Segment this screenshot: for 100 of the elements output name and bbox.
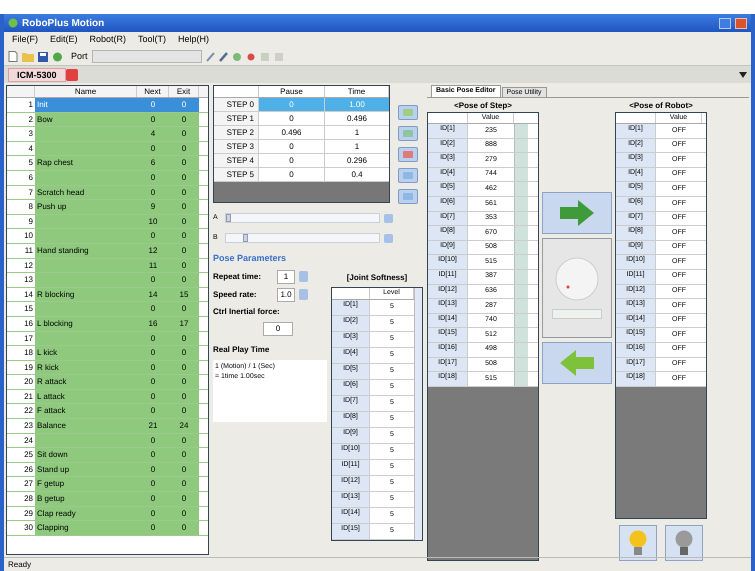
menu-item[interactable]: Robot(R) — [90, 33, 126, 47]
dial-icon[interactable] — [555, 257, 599, 301]
step-label[interactable]: STEP 5 — [214, 168, 259, 181]
grid-icon[interactable] — [274, 52, 284, 62]
section-title: <Pose of Robot> — [628, 100, 694, 112]
menu-item[interactable]: File(F) — [12, 33, 38, 47]
menu-item[interactable]: Tool(T) — [138, 33, 166, 47]
dropdown-icon[interactable] — [739, 72, 747, 78]
save-icon[interactable] — [38, 52, 48, 62]
motion-row[interactable]: 0 0 — [35, 273, 199, 287]
motion-row[interactable]: 0 0 — [35, 142, 199, 156]
motion-row[interactable]: L attack 0 0 — [35, 390, 199, 404]
value-spin-control[interactable] — [514, 270, 528, 284]
value-spin-control[interactable] — [514, 299, 528, 313]
motion-row[interactable]: 4 0 — [35, 127, 199, 141]
stop-icon[interactable] — [246, 52, 256, 62]
value-spin-control[interactable] — [514, 182, 528, 196]
motion-row[interactable]: R attack 0 0 — [35, 375, 199, 389]
value-spin-control[interactable] — [514, 226, 528, 240]
menu-item[interactable]: Edit(E) — [50, 33, 78, 47]
scrollbar[interactable] — [414, 288, 422, 540]
get-pose-button[interactable] — [542, 342, 612, 384]
motion-row[interactable]: Bow 0 0 — [35, 112, 199, 126]
delete-step-button[interactable] — [398, 147, 418, 162]
value-spin-control[interactable] — [514, 358, 528, 372]
motion-row[interactable]: 0 0 — [35, 229, 199, 243]
motion-row[interactable]: R blocking 14 15 — [35, 288, 199, 302]
motion-row[interactable]: Rap chest 6 0 — [35, 156, 199, 170]
motion-row[interactable]: Hand standing 12 0 — [35, 244, 199, 258]
move-down-button[interactable] — [398, 189, 418, 204]
torque-off-button[interactable] — [665, 525, 703, 561]
repeat-time-field[interactable]: 1 — [277, 270, 295, 284]
motion-row[interactable]: Push up 9 0 — [35, 200, 199, 214]
value-spin-control[interactable] — [514, 284, 528, 298]
motion-row[interactable]: F attack 0 0 — [35, 404, 199, 418]
column-header[interactable]: Exit — [169, 86, 199, 97]
connect-icon[interactable] — [52, 52, 63, 62]
value-spin-control[interactable] — [514, 372, 528, 386]
window-title: RoboPlus Motion — [22, 16, 104, 30]
motion-row[interactable]: Scratch head 0 0 — [35, 186, 199, 200]
motion-row[interactable]: 0 0 — [35, 170, 199, 185]
new-file-icon[interactable] — [8, 51, 18, 62]
motion-row[interactable]: Clapping 0 0 — [35, 521, 199, 535]
step-label[interactable]: STEP 0 — [214, 98, 259, 111]
column-header[interactable]: Next — [137, 86, 169, 97]
motion-row[interactable]: Clap ready 0 0 — [35, 506, 199, 520]
step-label[interactable]: STEP 2 — [214, 126, 259, 139]
motion-row[interactable]: B getup 0 0 — [35, 492, 199, 506]
step-label[interactable]: STEP 4 — [214, 154, 259, 167]
torque-on-button[interactable] — [619, 525, 657, 561]
play-icon[interactable] — [232, 52, 242, 62]
value-spin-control[interactable] — [514, 212, 528, 226]
menu-item[interactable]: Help(H) — [178, 33, 210, 47]
send-pose-button[interactable] — [542, 192, 612, 234]
motion-row[interactable]: 0 0 — [35, 434, 199, 448]
motion-row[interactable]: L kick 0 0 — [35, 346, 199, 360]
value-spin-control[interactable] — [514, 314, 528, 328]
dial-value-field[interactable] — [552, 309, 602, 319]
slider-thumb[interactable] — [242, 234, 248, 242]
add-step-button[interactable] — [398, 105, 418, 120]
port-combo[interactable] — [92, 50, 202, 63]
close-button[interactable] — [735, 18, 747, 28]
step-label[interactable]: STEP 3 — [214, 140, 259, 153]
value-spin-control[interactable] — [514, 328, 528, 342]
spin-icon[interactable] — [299, 271, 308, 282]
motion-row[interactable]: R kick 0 0 — [35, 360, 199, 374]
value-spin-control[interactable] — [514, 138, 528, 152]
spin-icon[interactable] — [299, 289, 308, 300]
value-spin-control[interactable] — [514, 124, 528, 138]
motion-row[interactable]: 11 0 — [35, 258, 199, 272]
step-label[interactable]: STEP 1 — [214, 112, 259, 125]
value-spin-control[interactable] — [514, 153, 528, 167]
column-header[interactable]: Time — [325, 86, 389, 97]
motion-row[interactable]: Sit down 0 0 — [35, 448, 199, 462]
motion-row[interactable]: 0 0 — [35, 332, 199, 346]
insert-step-button[interactable] — [398, 126, 418, 141]
motion-row[interactable]: 0 0 — [35, 302, 199, 316]
grid-icon[interactable] — [260, 52, 270, 62]
column-header[interactable]: Name — [35, 86, 137, 97]
motion-row[interactable]: F getup 0 0 — [35, 477, 199, 492]
speed-rate-field[interactable]: 1.0 — [277, 288, 295, 302]
close-tab-button[interactable] — [66, 68, 78, 80]
column-header[interactable]: Pause — [259, 86, 325, 97]
motion-row[interactable]: L blocking 16 17 — [35, 316, 199, 330]
document-tab[interactable]: ICM-5300 — [8, 68, 66, 82]
motion-row[interactable]: Balance 21 24 — [35, 419, 199, 433]
slider-thumb[interactable] — [226, 214, 231, 222]
value-spin-control[interactable] — [514, 255, 528, 269]
value-spin-control[interactable] — [514, 342, 528, 356]
value-spin-control[interactable] — [514, 196, 528, 211]
slider-track[interactable] — [225, 213, 380, 223]
motion-row[interactable]: Stand up 0 0 — [35, 462, 199, 476]
minimize-button[interactable] — [719, 18, 731, 28]
slider-track[interactable] — [225, 233, 380, 243]
open-folder-icon[interactable] — [22, 52, 34, 62]
motion-row[interactable]: 10 0 — [35, 214, 199, 228]
value-spin-control[interactable] — [514, 240, 528, 254]
move-up-button[interactable] — [398, 168, 418, 183]
inertial-force-field[interactable]: 0 — [263, 322, 293, 336]
value-spin-control[interactable] — [514, 168, 528, 182]
